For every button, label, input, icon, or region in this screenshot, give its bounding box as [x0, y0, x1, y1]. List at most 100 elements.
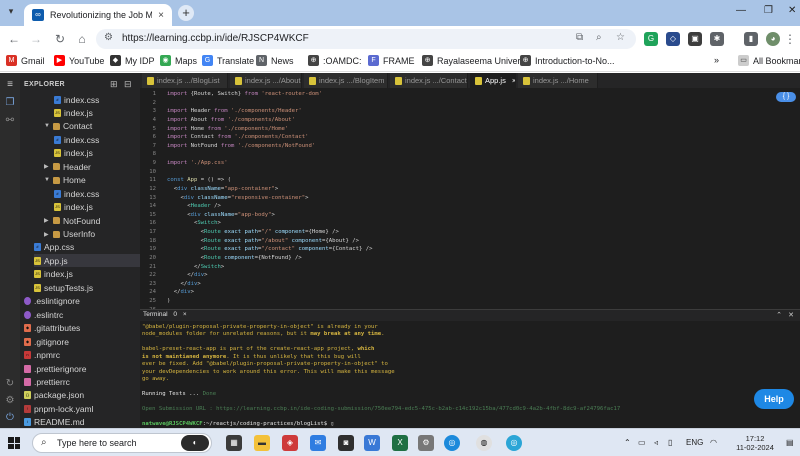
app-icon[interactable]: W — [364, 435, 380, 451]
bookmarks-more-button[interactable]: » — [714, 55, 719, 65]
extensions-puzzle-icon[interactable]: ✱ — [710, 32, 724, 46]
extension-icon[interactable]: ◇ — [666, 32, 680, 46]
new-tab-button[interactable]: + — [178, 5, 194, 21]
explorer-folder[interactable]: ▶ UserInfo — [44, 228, 140, 241]
editor-tab[interactable]: index.js .../Home — [518, 73, 598, 88]
bookmark-item[interactable]: ⊕ Introduction-to-No... — [520, 55, 615, 66]
side-panel-icon[interactable]: ▮ — [744, 32, 758, 46]
file-explorer-icon[interactable]: ▬ — [254, 435, 270, 451]
wifi-icon[interactable]: ◠ — [710, 438, 717, 447]
chevron-down-icon[interactable]: ▼ — [44, 123, 50, 129]
settings-gear-icon[interactable]: ⚙ — [4, 395, 16, 407]
explorer-file[interactable]: # index.css — [54, 133, 140, 146]
files-icon[interactable]: ❐ — [4, 97, 16, 109]
explorer-file[interactable]: .eslintrc — [24, 308, 140, 321]
explorer-folder[interactable]: ▶ Header — [44, 160, 140, 173]
language-indicator[interactable]: ENG — [686, 438, 703, 447]
windows-start-icon[interactable] — [8, 437, 20, 449]
mail-icon[interactable]: ✉ — [310, 435, 326, 451]
explorer-file[interactable]: .prettierignore — [24, 362, 140, 375]
editor-tab[interactable]: index.js .../BlogList — [142, 73, 228, 88]
settings-icon[interactable]: ⚙ — [418, 435, 434, 451]
editor-tab[interactable]: index.js .../BlogItem — [304, 73, 388, 88]
explorer-file[interactable]: JS index.js — [34, 268, 140, 281]
bookmark-item[interactable]: G Translate — [202, 55, 254, 66]
explorer-file[interactable]: .eslintignore — [24, 295, 140, 308]
tab-close-icon[interactable]: × — [158, 10, 164, 21]
task-view-icon[interactable]: ▦ — [226, 435, 242, 451]
chrome-profile-icon[interactable]: ◎ — [506, 435, 522, 451]
new-folder-icon[interactable]: ⊟ — [124, 79, 132, 90]
notification-icon[interactable]: ▤ — [786, 438, 794, 447]
sync-icon[interactable]: ↻ — [4, 378, 16, 390]
bookmark-item[interactable]: ◆ My IDP — [110, 55, 155, 66]
browser-tab-active[interactable]: ∞ Revolutionizing the Job Market × — [24, 4, 172, 26]
bookmark-item[interactable]: M Gmail — [6, 55, 45, 66]
chevron-down-icon[interactable]: ▼ — [44, 177, 50, 183]
back-arrow-icon[interactable]: ← — [6, 31, 22, 47]
language-badge[interactable]: { } — [776, 92, 796, 102]
address-bar[interactable]: ⚙ https://learning.ccbp.in/ide/RJSCP4WKC… — [96, 29, 636, 49]
power-icon[interactable]: ⏻ — [4, 412, 16, 424]
chrome-icon[interactable]: ◎ — [444, 435, 460, 451]
editor-tab-close-icon[interactable]: × — [512, 76, 515, 85]
explorer-file[interactable]: JS setupTests.js — [34, 281, 140, 294]
app-icon[interactable]: ◙ — [338, 435, 354, 451]
explorer-folder[interactable]: ▼ Home — [44, 174, 140, 187]
github-icon[interactable]: ◍ — [476, 435, 492, 451]
explorer-file[interactable]: JS index.js — [54, 147, 140, 160]
bookmark-item[interactable]: N News — [256, 55, 294, 66]
explorer-file[interactable]: JS App.js — [34, 254, 140, 268]
explorer-file[interactable]: # App.css — [34, 241, 140, 254]
tray-chevron-icon[interactable]: ⌃ — [624, 438, 631, 447]
open-in-new-icon[interactable]: ⧉ — [576, 32, 583, 43]
explorer-folder[interactable]: ▼ Contact — [44, 120, 140, 133]
all-bookmarks-button[interactable]: ▭ All Bookmarks — [738, 55, 800, 66]
network-icon[interactable]: ▭ — [638, 438, 646, 447]
explorer-file[interactable]: {} package.json — [24, 389, 140, 402]
bookmark-star-icon[interactable]: ☆ — [616, 32, 625, 43]
explorer-file[interactable]: JS index.js — [54, 201, 140, 214]
home-icon[interactable]: ⌂ — [74, 31, 90, 47]
reload-icon[interactable]: ↻ — [52, 31, 68, 47]
help-button[interactable]: Help — [754, 389, 794, 409]
bookmark-item[interactable]: F FRAME — [368, 55, 415, 66]
maximize-panel-icon[interactable]: ⌃ — [776, 311, 782, 319]
battery-icon[interactable]: ▯ — [668, 438, 672, 447]
forward-arrow-icon[interactable]: → — [28, 31, 44, 47]
editor-tab[interactable]: index.js .../About — [230, 73, 302, 88]
editor-tab[interactable]: index.js .../Contact — [390, 73, 468, 88]
menu-kebab-icon[interactable]: ⋮ — [782, 31, 798, 47]
explorer-file[interactable]: i README.md — [24, 416, 140, 429]
copilot-icon[interactable]: ◐ — [181, 435, 209, 451]
explorer-file[interactable]: n .npmrc — [24, 349, 140, 362]
taskbar-search[interactable]: ⌕ Type here to search ◐ — [32, 433, 212, 453]
bookmark-item[interactable]: ◉ Maps — [160, 55, 197, 66]
grammarly-extension-icon[interactable]: G — [644, 32, 658, 46]
explorer-file[interactable]: .prettierrc — [24, 375, 140, 388]
explorer-file[interactable]: # index.css — [54, 187, 140, 200]
taskbar-clock[interactable]: 17:12 11-02-2024 — [730, 434, 780, 452]
volume-icon[interactable]: ◃ — [654, 438, 658, 447]
zoom-icon[interactable]: ⌕ — [596, 32, 602, 43]
close-window-icon[interactable]: ✕ — [788, 5, 796, 16]
new-file-icon[interactable]: ⊞ — [110, 79, 118, 90]
bookmark-item[interactable]: ⊕:OAMDC: — [308, 55, 362, 66]
bookmark-item[interactable]: ▶ YouTube — [54, 55, 104, 66]
chevron-right-icon[interactable]: ▶ — [44, 231, 50, 238]
explorer-file[interactable]: ◆ .gitattributes — [24, 322, 140, 335]
restore-icon[interactable]: ❐ — [764, 5, 773, 16]
explorer-file[interactable]: JS index.js — [54, 106, 140, 119]
tab-search-icon[interactable]: ▾ — [4, 6, 18, 20]
explorer-file[interactable]: ◆ .gitignore — [24, 335, 140, 348]
editor-tab[interactable]: App.js × — [470, 73, 516, 88]
excel-icon[interactable]: X — [392, 435, 408, 451]
explorer-file[interactable]: # index.css — [54, 93, 140, 106]
close-panel-icon[interactable]: ✕ — [788, 311, 794, 319]
profile-avatar[interactable]: ◕ — [766, 32, 780, 46]
menu-icon[interactable]: ≡ — [4, 79, 16, 91]
chevron-right-icon[interactable]: ▶ — [44, 163, 50, 170]
terminal-tab[interactable]: Terminal 0 × — [143, 311, 187, 318]
chevron-right-icon[interactable]: ▶ — [44, 217, 50, 224]
extension-icon[interactable]: ▣ — [688, 32, 702, 46]
